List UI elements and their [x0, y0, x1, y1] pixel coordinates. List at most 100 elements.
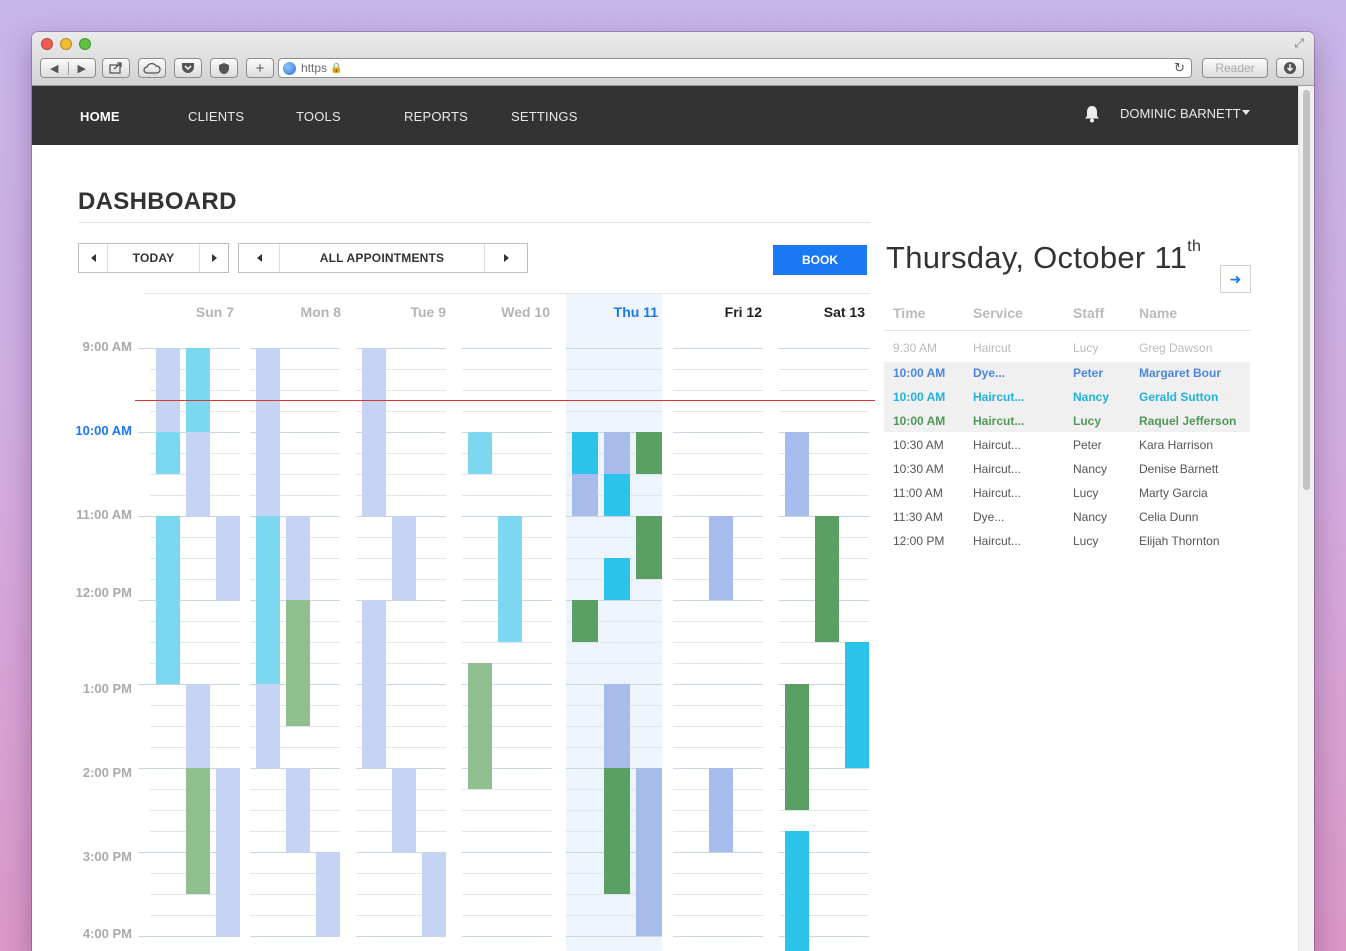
appointment-block[interactable] [604, 432, 630, 474]
agenda-cell-time[interactable]: 10:00 AM [893, 390, 945, 404]
appointment-block[interactable] [709, 768, 733, 852]
appointment-block[interactable] [572, 432, 598, 474]
fullscreen-icon[interactable]: ⤢ [1294, 36, 1304, 51]
agenda-cell-staff[interactable]: Peter [1073, 438, 1102, 452]
icloud-tabs-button[interactable] [138, 58, 166, 78]
agenda-cell-staff[interactable]: Lucy [1073, 341, 1098, 355]
appointment-block[interactable] [286, 516, 310, 600]
appointment-block[interactable] [256, 348, 280, 516]
appointment-block[interactable] [422, 852, 446, 936]
appointment-block[interactable] [468, 663, 492, 789]
appointment-block[interactable] [468, 432, 492, 474]
agenda-cell-service[interactable]: Haircut... [973, 534, 1021, 548]
agenda-cell-time[interactable]: 9:30 AM [893, 341, 937, 355]
agenda-cell-name[interactable]: Celia Dunn [1139, 510, 1198, 524]
next-week-button[interactable] [200, 244, 228, 272]
reload-icon[interactable]: ↻ [1174, 60, 1185, 76]
nav-clients[interactable]: CLIENTS [188, 109, 244, 124]
agenda-cell-staff[interactable]: Nancy [1073, 510, 1107, 524]
agenda-cell-service[interactable]: Dye... [973, 366, 1005, 380]
agenda-cell-name[interactable]: Kara Harrison [1139, 438, 1213, 452]
agenda-cell-name[interactable]: Gerald Sutton [1139, 390, 1218, 404]
nav-home[interactable]: HOME [80, 109, 120, 124]
appointment-block[interactable] [186, 432, 210, 516]
day-header[interactable]: Tue 9 [366, 304, 446, 320]
book-button[interactable]: BOOK [773, 245, 867, 275]
appointment-block[interactable] [572, 474, 598, 516]
agenda-cell-time[interactable]: 10:30 AM [893, 438, 944, 452]
appointment-block[interactable] [636, 516, 662, 579]
agenda-cell-service[interactable]: Dye... [973, 510, 1004, 524]
minimize-window-icon[interactable] [60, 38, 72, 50]
zoom-window-icon[interactable] [79, 38, 91, 50]
agenda-cell-staff[interactable]: Lucy [1073, 534, 1098, 548]
agenda-cell-staff[interactable]: Peter [1073, 366, 1103, 380]
appointment-block[interactable] [186, 348, 210, 432]
reader-button[interactable]: Reader [1202, 58, 1268, 78]
appointment-block[interactable] [186, 768, 210, 894]
appointment-block[interactable] [604, 558, 630, 600]
nav-settings[interactable]: SETTINGS [511, 109, 578, 124]
appointment-block[interactable] [815, 516, 839, 642]
agenda-cell-time[interactable]: 10:00 AM [893, 366, 945, 380]
appointment-block[interactable] [286, 600, 310, 726]
appointment-block[interactable] [256, 516, 280, 684]
agenda-header-time[interactable]: Time [893, 305, 925, 321]
appointment-block[interactable] [845, 642, 869, 768]
today-button[interactable]: TODAY [107, 244, 200, 272]
scrollbar[interactable] [1298, 86, 1314, 951]
appointment-block[interactable] [156, 432, 180, 474]
scrollbar-thumb[interactable] [1303, 90, 1310, 490]
day-header[interactable]: Mon 8 [261, 304, 341, 320]
appointment-block[interactable] [604, 474, 630, 516]
appointment-block[interactable] [785, 831, 809, 951]
appointment-block[interactable] [156, 516, 180, 684]
agenda-cell-staff[interactable]: Lucy [1073, 414, 1101, 428]
agenda-cell-time[interactable]: 10:00 AM [893, 414, 945, 428]
agenda-cell-name[interactable]: Elijah Thornton [1139, 534, 1220, 548]
appointment-block[interactable] [636, 768, 662, 936]
appointment-block[interactable] [572, 600, 598, 642]
forward-icon[interactable]: ▶ [67, 61, 96, 75]
agenda-cell-staff[interactable]: Nancy [1073, 462, 1107, 476]
agenda-header-name[interactable]: Name [1139, 305, 1177, 321]
next-day-button[interactable]: ➜ [1220, 265, 1251, 293]
appointment-block[interactable] [316, 852, 340, 936]
agenda-cell-service[interactable]: Haircut... [973, 486, 1021, 500]
agenda-cell-service[interactable]: Haircut... [973, 390, 1024, 404]
appointment-block[interactable] [362, 600, 386, 768]
notification-bell-icon[interactable] [1084, 105, 1100, 123]
close-window-icon[interactable] [41, 38, 53, 50]
agenda-cell-service[interactable]: Haircut... [973, 438, 1021, 452]
prev-week-button[interactable] [79, 244, 107, 272]
new-tab-button[interactable]: + [246, 58, 274, 78]
agenda-cell-time[interactable]: 11:00 AM [893, 486, 943, 500]
day-header[interactable]: Sat 13 [785, 304, 865, 320]
appointment-block[interactable] [498, 516, 522, 642]
day-header[interactable]: Wed 10 [470, 304, 550, 320]
chevron-down-icon[interactable] [1242, 110, 1250, 115]
appointment-block[interactable] [216, 516, 240, 600]
privacy-button[interactable] [210, 58, 238, 78]
agenda-cell-time[interactable]: 11:30 AM [893, 510, 943, 524]
appointment-block[interactable] [604, 684, 630, 768]
agenda-cell-time[interactable]: 12:00 PM [893, 534, 944, 548]
day-header[interactable]: Sun 7 [154, 304, 234, 320]
appointment-block[interactable] [785, 432, 809, 516]
agenda-cell-service[interactable]: Haircut [973, 341, 1011, 355]
appointment-block[interactable] [156, 348, 180, 432]
appointment-block[interactable] [216, 768, 240, 936]
day-header[interactable]: Fri 12 [682, 304, 762, 320]
nav-reports[interactable]: REPORTS [404, 109, 468, 124]
pocket-button[interactable] [174, 58, 202, 78]
agenda-header-service[interactable]: Service [973, 305, 1023, 321]
appointment-block[interactable] [392, 516, 416, 600]
agenda-cell-service[interactable]: Haircut... [973, 414, 1024, 428]
agenda-cell-name[interactable]: Margaret Bour [1139, 366, 1221, 380]
share-button[interactable] [102, 58, 130, 78]
appointment-block[interactable] [256, 684, 280, 768]
next-filter-button[interactable] [485, 244, 527, 272]
appointment-block[interactable] [636, 432, 662, 474]
agenda-cell-name[interactable]: Denise Barnett [1139, 462, 1218, 476]
agenda-cell-name[interactable]: Greg Dawson [1139, 341, 1212, 355]
